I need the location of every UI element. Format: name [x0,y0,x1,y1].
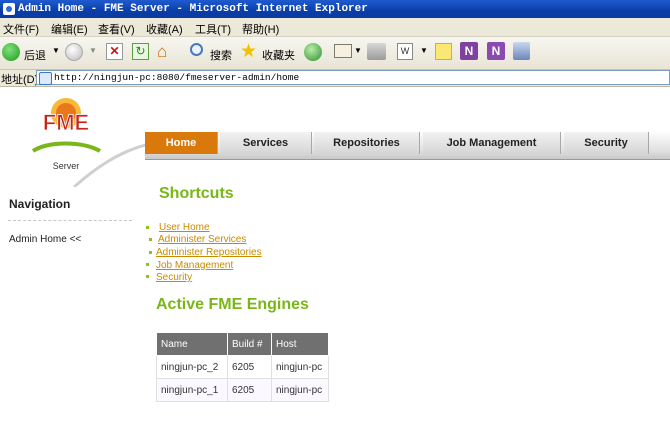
col-host: Host [271,332,329,356]
onenote-icon[interactable]: N [460,42,478,60]
address-bar: 地址(D) http://ningjun-pc:8080/fmeserver-a… [0,70,670,87]
shortcut-bullet-icon [146,275,149,278]
edit-dropdown-icon[interactable]: ▼ [420,46,428,55]
col-build: Build # [227,332,272,356]
onenote-send-icon[interactable]: N [487,42,505,60]
engine-host: ningjun-pc [271,355,329,379]
address-label: 地址(D) [1,74,39,86]
menu-file[interactable]: 文件(F) [3,21,39,37]
search-button-label[interactable]: 搜索 [210,47,232,63]
mail-dropdown-icon[interactable]: ▼ [354,46,362,55]
history-icon[interactable] [304,43,322,61]
navigation-heading: Navigation [9,197,71,211]
tab-services[interactable]: Services [220,132,312,154]
table-row: ningjun-pc_2 6205 ningjun-pc [156,355,329,379]
page-icon [39,72,52,85]
engine-build: 6205 [227,355,272,379]
engine-host: ningjun-pc [271,378,329,402]
menu-tools[interactable]: 工具(T) [195,21,231,37]
col-name: Name [156,332,228,356]
shortcut-security[interactable]: Security [156,272,192,283]
window-title: Admin Home - FME Server - Microsoft Inte… [18,3,368,15]
engine-name: ningjun-pc_2 [156,355,228,379]
shortcut-bullet-icon [146,263,149,266]
back-arrow-icon[interactable] [2,43,20,61]
word-edit-icon[interactable]: W [397,43,413,60]
engine-build: 6205 [227,378,272,402]
logo-subtext: Server [53,161,80,171]
logo-text: FME [43,110,89,135]
shortcut-bullet-icon [149,238,152,241]
favorites-star-icon[interactable]: ★ [240,40,257,63]
window-title-bar: Admin Home - FME Server - Microsoft Inte… [0,0,670,18]
tab-job-management[interactable]: Job Management [423,132,561,154]
engines-table: Name Build # Host ningjun-pc_2 6205 ning… [156,332,329,402]
forward-dropdown-icon[interactable]: ▼ [89,46,97,55]
fme-server-logo: FME Server [0,87,150,187]
home-icon[interactable]: ⌂ [157,42,167,62]
menu-help[interactable]: 帮助(H) [242,21,279,37]
menu-bar: 文件(F) 编辑(E) 查看(V) 收藏(A) 工具(T) 帮助(H) [0,18,670,37]
browser-toolbar: 后退 ▼ ▼ ✕ ↻ ⌂ 搜索 ★ 收藏夹 ▼ W ▼ N N [0,37,670,70]
forward-arrow-icon[interactable] [65,43,83,61]
stop-icon[interactable]: ✕ [106,43,123,60]
shortcuts-heading: Shortcuts [159,185,234,202]
shortcut-user-home[interactable]: User Home [159,222,210,233]
shortcut-administer-services[interactable]: Administer Services [158,234,246,245]
shortcut-administer-repositories[interactable]: Administer Repositories [156,247,262,258]
back-button-label[interactable]: 后退 [24,47,46,63]
menu-view[interactable]: 查看(V) [98,21,135,37]
refresh-icon[interactable]: ↻ [132,43,149,60]
table-header-row: Name Build # Host [156,332,329,356]
search-icon[interactable] [190,43,203,56]
engine-name: ningjun-pc_1 [156,378,228,402]
mail-icon[interactable] [334,44,352,58]
menu-edit[interactable]: 编辑(E) [51,21,88,37]
navigation-divider [8,220,132,221]
shortcut-bullet-icon [146,226,149,229]
back-dropdown-icon[interactable]: ▼ [52,46,60,55]
ie-window-icon [3,3,15,15]
address-input[interactable]: http://ningjun-pc:8080/fmeserver-admin/h… [36,70,670,85]
tab-security[interactable]: Security [564,132,649,154]
engines-heading: Active FME Engines [156,296,309,313]
shortcut-job-management[interactable]: Job Management [156,260,233,271]
tab-home[interactable]: Home [145,132,218,154]
table-row: ningjun-pc_1 6205 ningjun-pc [156,378,329,402]
web-page: FME Server Home Services Repositories Jo… [0,87,670,427]
note-icon[interactable] [435,43,452,60]
favorites-button-label[interactable]: 收藏夹 [262,47,295,63]
menu-favorites[interactable]: 收藏(A) [146,21,183,37]
shortcut-bullet-icon [149,251,152,254]
research-icon[interactable] [513,42,530,60]
address-url[interactable]: http://ningjun-pc:8080/fmeserver-admin/h… [54,71,299,85]
print-icon[interactable] [367,43,386,60]
tab-repositories[interactable]: Repositories [314,132,420,154]
nav-item-admin-home[interactable]: Admin Home << [9,234,81,245]
